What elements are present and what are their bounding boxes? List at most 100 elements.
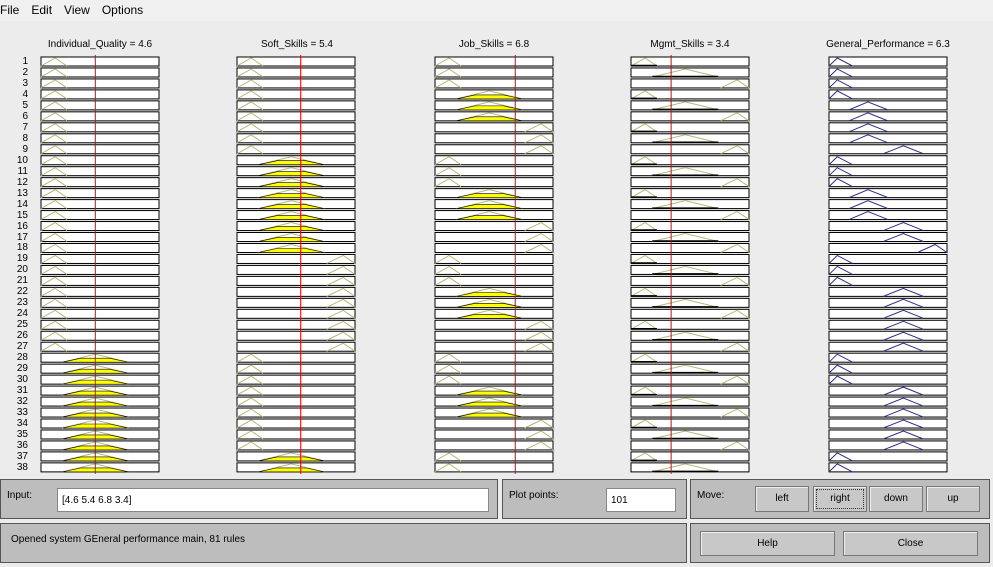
rule-cell[interactable] [40,78,160,89]
rule-cell[interactable] [630,275,750,286]
rule-cell[interactable] [828,253,948,264]
rule-cell[interactable] [828,89,948,100]
rule-cell[interactable] [630,133,750,144]
rule-cell[interactable] [236,440,356,451]
move-left-button[interactable]: left [755,486,809,512]
rule-plot-area[interactable] [0,0,993,476]
rule-cell[interactable] [630,451,750,462]
rule-cell[interactable] [434,242,554,253]
rule-cell[interactable] [630,341,750,352]
rule-cell[interactable] [630,308,750,319]
rule-cell[interactable] [828,352,948,363]
rule-cell[interactable] [236,122,356,133]
rule-cell[interactable] [630,286,750,297]
rule-cell[interactable] [236,111,356,122]
rule-cell[interactable] [828,363,948,374]
rule-cell[interactable] [630,232,750,243]
rule-cell[interactable] [630,210,750,221]
rule-cell[interactable] [40,297,160,308]
move-up-button[interactable]: up [926,486,980,512]
rule-cell[interactable] [630,418,750,429]
rule-cell[interactable] [236,374,356,385]
rule-cell[interactable] [630,352,750,363]
rule-cell[interactable] [434,451,554,462]
rule-cell[interactable] [236,133,356,144]
rule-cell[interactable] [434,352,554,363]
rule-cell[interactable] [236,341,356,352]
rule-cell[interactable] [630,78,750,89]
rule-cell[interactable] [828,100,948,111]
rule-cell[interactable] [434,177,554,188]
rule-cell[interactable] [434,462,554,473]
rule-cell[interactable] [236,67,356,78]
rule-cell[interactable] [828,242,948,253]
rule-cell[interactable] [630,144,750,155]
rule-cell[interactable] [434,155,554,166]
rule-cell[interactable] [236,407,356,418]
rule-cell[interactable] [434,133,554,144]
rule-cell[interactable] [828,122,948,133]
rule-cell[interactable] [828,166,948,177]
rule-cell[interactable] [630,188,750,199]
input-field[interactable]: [4.6 5.4 6.8 3.4] [57,488,489,512]
rule-cell[interactable] [40,319,160,330]
rule-cell[interactable] [40,122,160,133]
rule-cell[interactable] [434,275,554,286]
rule-cell[interactable] [40,232,160,243]
rule-cell[interactable] [236,385,356,396]
rule-cell[interactable] [828,155,948,166]
rule-cell[interactable] [236,78,356,89]
rule-cell[interactable] [828,199,948,210]
help-button[interactable]: Help [700,531,835,556]
rule-cell[interactable] [828,188,948,199]
rule-cell[interactable] [828,67,948,78]
rule-cell[interactable] [434,440,554,451]
rule-cell[interactable] [828,275,948,286]
rule-cell[interactable] [434,221,554,232]
rule-cell[interactable] [434,330,554,341]
rule-cell[interactable] [40,89,160,100]
rule-cell[interactable] [434,363,554,374]
rule-cell[interactable] [236,275,356,286]
rule-cell[interactable] [40,264,160,275]
rule-cell[interactable] [630,56,750,67]
rule-cell[interactable] [40,210,160,221]
rule-cell[interactable] [236,319,356,330]
close-button[interactable]: Close [843,531,978,556]
rule-cell[interactable] [434,67,554,78]
rule-cell[interactable] [828,133,948,144]
rule-cell[interactable] [630,297,750,308]
rule-cell[interactable] [434,253,554,264]
rule-cell[interactable] [828,451,948,462]
rule-cell[interactable] [40,253,160,264]
rule-cell[interactable] [434,374,554,385]
rule-cell[interactable] [434,56,554,67]
rule-cell[interactable] [434,319,554,330]
rule-cell[interactable] [236,330,356,341]
rule-cell[interactable] [434,429,554,440]
rule-cell[interactable] [630,330,750,341]
rule-cell[interactable] [630,264,750,275]
rule-cell[interactable] [630,122,750,133]
rule-cell[interactable] [236,297,356,308]
rule-cell[interactable] [236,264,356,275]
rule-cell[interactable] [40,330,160,341]
rule-cell[interactable] [630,242,750,253]
rule-cell[interactable] [236,352,356,363]
rule-cell[interactable] [40,166,160,177]
rule-cell[interactable] [40,133,160,144]
rule-cell[interactable] [236,56,356,67]
rule-cell[interactable] [236,418,356,429]
rule-cell[interactable] [630,462,750,473]
rule-cell[interactable] [630,100,750,111]
rule-cell[interactable] [630,155,750,166]
rule-cell[interactable] [40,341,160,352]
rule-cell[interactable] [40,100,160,111]
rule-cell[interactable] [630,199,750,210]
rule-cell[interactable] [630,67,750,78]
rule-cell[interactable] [828,78,948,89]
rule-cell[interactable] [40,275,160,286]
rule-cell[interactable] [630,407,750,418]
rule-cell[interactable] [630,253,750,264]
rule-cell[interactable] [630,363,750,374]
